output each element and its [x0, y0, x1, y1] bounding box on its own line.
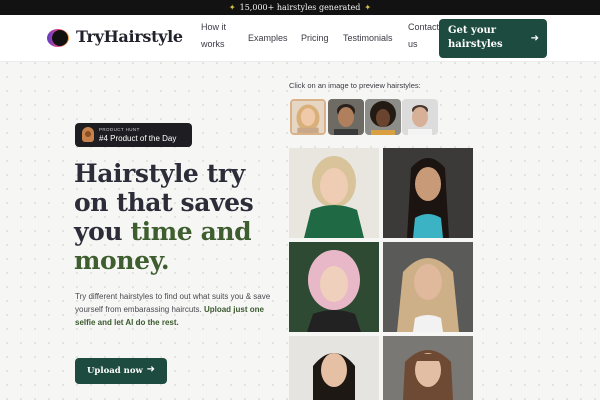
upload-label: Upload now [87, 366, 143, 376]
medal-icon [82, 127, 94, 142]
get-hairstyles-button[interactable]: Get your hairstyles ➜ [439, 19, 547, 58]
badge-small-text: PRODUCT HUNT [99, 127, 140, 132]
hairstyle-preview-image[interactable] [383, 148, 473, 238]
product-hunt-badge[interactable]: PRODUCT HUNT #4 Product of the Day [75, 123, 192, 147]
page-title: Hairstyle try on that saves you time and… [74, 159, 274, 275]
badge-main-text: #4 Product of the Day [99, 134, 177, 143]
announcement-text: 15,000+ hairstyles generated [239, 3, 361, 12]
selfie-thumbnail[interactable] [328, 99, 364, 135]
announcement-bar: ✦ 15,000+ hairstyles generated ✦ [0, 0, 600, 15]
upload-now-button[interactable]: Upload now ➜ [75, 358, 167, 384]
hairstyle-preview-image[interactable] [289, 242, 379, 332]
nav-link-how-it-works[interactable]: How it works [201, 19, 235, 53]
nav-link-pricing[interactable]: Pricing [301, 30, 329, 47]
hairstyle-preview-image[interactable] [383, 336, 473, 400]
cta-label: Get your hairstyles [448, 25, 503, 50]
hairstyle-preview-image[interactable] [289, 148, 379, 238]
arrow-right-icon: ➜ [146, 364, 155, 375]
logo-text[interactable]: TryHairstyle [76, 27, 183, 46]
hero-description: Try different hairstyles to find out wha… [75, 290, 275, 329]
hairstyle-preview-image[interactable] [289, 336, 379, 400]
preview-label: Click on an image to preview hairstyles: [289, 81, 421, 90]
sparkle-icon: ✦ [364, 3, 372, 12]
selfie-thumbnail[interactable] [402, 99, 438, 135]
nav-link-examples[interactable]: Examples [248, 30, 288, 47]
nav-link-contact-us[interactable]: Contact us [408, 19, 442, 53]
logo-icon[interactable] [46, 28, 70, 48]
selfie-thumbnail[interactable] [365, 99, 401, 135]
arrow-right-icon: ➜ [530, 33, 539, 44]
navbar: TryHairstyle How it works Examples Prici… [0, 15, 600, 62]
selfie-thumbnail[interactable] [290, 99, 326, 135]
sparkle-icon: ✦ [228, 3, 236, 12]
hairstyle-preview-image[interactable] [383, 242, 473, 332]
nav-link-testimonials[interactable]: Testimonials [343, 30, 393, 47]
